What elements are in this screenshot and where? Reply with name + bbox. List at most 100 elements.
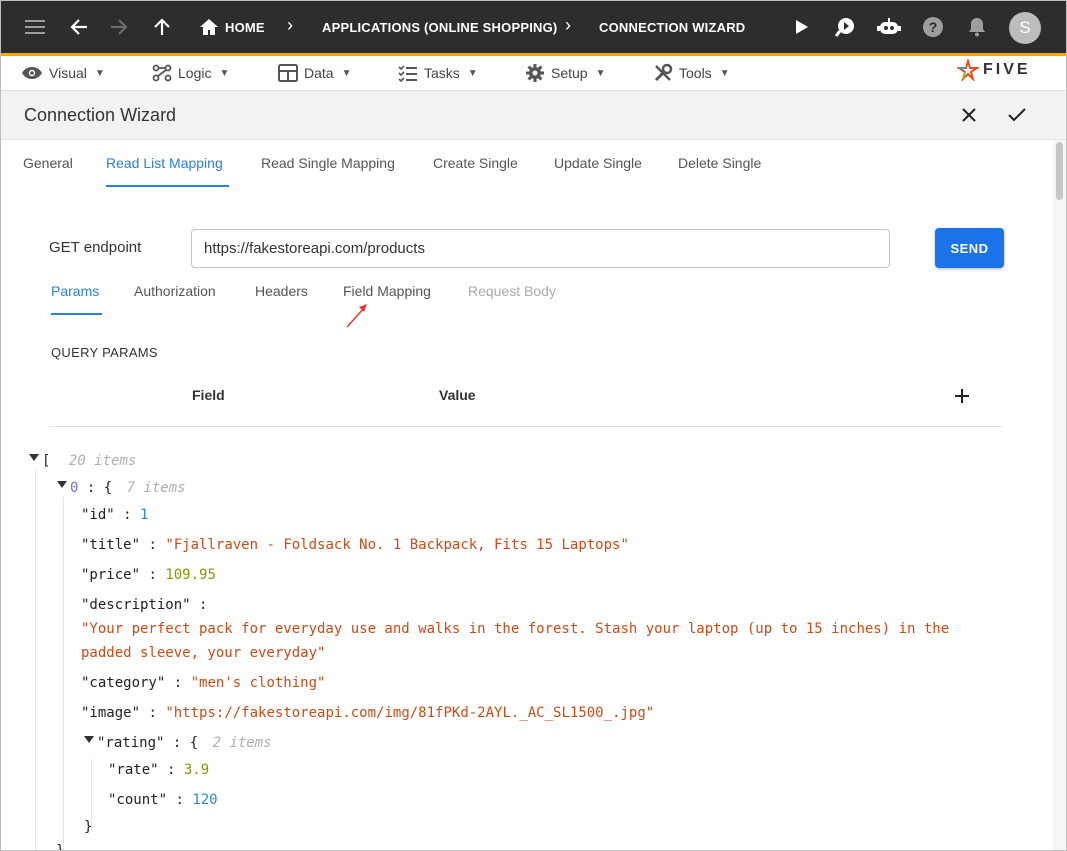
hamburger-menu-icon[interactable] — [23, 15, 47, 39]
menu-data-label: Data — [304, 65, 334, 81]
menu-bar: Visual ▼ Logic ▼ Data ▼ Tasks ▼ Setup ▼ Tools… — [1, 56, 1066, 91]
back-arrow-icon[interactable] — [67, 15, 91, 39]
up-arrow-icon[interactable] — [150, 15, 174, 39]
tab-update-single[interactable]: Update Single — [554, 155, 642, 171]
json-rating-count: 2 items — [212, 735, 272, 751]
menu-visual-label: Visual — [49, 65, 87, 81]
tab-delete-single[interactable]: Delete Single — [678, 155, 761, 171]
json-close-brace: } — [84, 819, 93, 835]
send-button[interactable]: SEND — [935, 228, 1004, 268]
column-header-value: Value — [439, 387, 476, 403]
subtab-headers[interactable]: Headers — [255, 283, 308, 299]
tab-read-list-mapping[interactable]: Read List Mapping — [106, 155, 223, 171]
tools-icon — [654, 63, 673, 82]
json-description-value-line: "Your perfect pack for everyday use and … — [81, 621, 949, 637]
menu-logic-label: Logic — [178, 65, 212, 81]
add-param-icon[interactable] — [951, 385, 973, 412]
json-value: "men's clothing" — [190, 675, 326, 691]
json-key: "category" — [81, 675, 166, 691]
breadcrumb-chevron-icon: › — [565, 15, 571, 35]
top-bar: HOME › APPLICATIONS (ONLINE SHOPPING) › … — [1, 1, 1066, 56]
user-avatar[interactable]: S — [1009, 12, 1041, 44]
tab-general[interactable]: General — [23, 155, 73, 171]
close-icon[interactable] — [957, 103, 981, 127]
subtab-params[interactable]: Params — [51, 283, 99, 299]
endpoint-url-input[interactable] — [191, 229, 890, 268]
search-chat-icon[interactable] — [833, 15, 857, 39]
json-value: "Fjallraven - Foldsack No. 1 Backpack, F… — [165, 537, 629, 553]
gear-icon — [526, 64, 544, 82]
app-window: HOME › APPLICATIONS (ONLINE SHOPPING) › … — [0, 0, 1067, 851]
json-row-image: "image" : "https://fakestoreapi.com/img/… — [81, 705, 655, 721]
breadcrumb-home[interactable]: HOME — [225, 20, 265, 35]
json-value: padded sleeve, your everyday" — [81, 645, 326, 661]
endpoint-label: GET endpoint — [49, 239, 142, 256]
forward-arrow-icon[interactable] — [107, 15, 131, 39]
scrollbar-track[interactable] — [1053, 140, 1066, 850]
active-subtab-indicator — [51, 313, 102, 315]
svg-text:?: ? — [929, 19, 938, 35]
subtab-authorization[interactable]: Authorization — [134, 283, 216, 299]
json-row-price: "price" : 109.95 — [81, 567, 216, 583]
help-icon[interactable]: ? — [921, 15, 945, 39]
menu-data[interactable]: Data ▼ — [278, 56, 351, 90]
menu-tasks[interactable]: Tasks ▼ — [398, 56, 478, 90]
menu-tools[interactable]: Tools ▼ — [653, 56, 730, 90]
json-row-rate: "rate" : 3.9 — [108, 762, 210, 778]
five-logo-text: FIVE — [983, 61, 1031, 78]
json-key: "count" — [108, 792, 168, 808]
caret-down-icon: ▼ — [595, 67, 606, 79]
caret-down-icon: ▼ — [94, 67, 105, 79]
page-title: Connection Wizard — [24, 105, 177, 125]
tab-read-single-mapping[interactable]: Read Single Mapping — [261, 155, 395, 171]
json-row-description: "description" : — [81, 597, 208, 613]
breadcrumb-current: CONNECTION WIZARD — [599, 20, 746, 35]
query-params-heading: QUERY PARAMS — [51, 345, 158, 360]
breadcrumb-applications[interactable]: APPLICATIONS (ONLINE SHOPPING) — [322, 20, 557, 35]
eye-icon — [22, 67, 42, 79]
divider — [49, 426, 1002, 427]
json-key: "rate" — [108, 762, 159, 778]
table-icon — [278, 64, 298, 82]
json-key: "rating" — [97, 735, 165, 751]
chatbot-icon[interactable] — [877, 15, 901, 39]
json-row-count: "count" : 120 — [108, 792, 218, 808]
home-icon[interactable] — [197, 15, 221, 39]
collapse-triangle-icon[interactable] — [84, 736, 94, 743]
json-value: 3.9 — [183, 762, 210, 778]
caret-down-icon: ▼ — [341, 67, 352, 79]
json-key: "id" — [81, 507, 115, 523]
form-title-bar: Connection Wizard — [1, 91, 1066, 140]
json-row-rating[interactable]: "rating" : { 2 items — [84, 735, 272, 751]
json-root-node[interactable]: [ 20 items — [29, 453, 136, 469]
logic-icon — [152, 64, 172, 82]
menu-visual[interactable]: Visual ▼ — [21, 56, 105, 90]
menu-tools-label: Tools — [679, 65, 712, 81]
json-key: "description" — [81, 597, 191, 613]
indent-guide — [63, 497, 64, 850]
caret-down-icon: ▼ — [219, 67, 230, 79]
menu-setup[interactable]: Setup ▼ — [525, 56, 606, 90]
json-row-id: "id" : 1 — [81, 507, 149, 523]
json-value: "Your perfect pack for everyday use and … — [81, 621, 950, 637]
subtab-field-mapping[interactable]: Field Mapping — [343, 283, 431, 299]
json-item-node[interactable]: 0 : { 7 items — [57, 480, 186, 496]
five-logo-icon — [957, 59, 979, 81]
confirm-check-icon[interactable] — [1005, 103, 1029, 127]
run-play-icon[interactable] — [790, 15, 814, 39]
menu-logic[interactable]: Logic ▼ — [152, 56, 229, 90]
json-root-count: 20 items — [68, 453, 137, 469]
tab-create-single[interactable]: Create Single — [433, 155, 518, 171]
json-item-count: 7 items — [126, 480, 186, 496]
tasks-icon — [398, 65, 417, 82]
json-key: "price" — [81, 567, 141, 583]
json-row-category: "category" : "men's clothing" — [81, 675, 326, 691]
indent-guide — [35, 469, 36, 850]
annotation-arrow-icon — [346, 304, 367, 328]
notifications-bell-icon[interactable] — [965, 15, 989, 39]
menu-tasks-label: Tasks — [424, 65, 460, 81]
scrollbar-thumb[interactable] — [1056, 142, 1063, 200]
json-row-title: "title" : "Fjallraven - Foldsack No. 1 B… — [81, 537, 629, 553]
collapse-triangle-icon[interactable] — [57, 481, 67, 488]
collapse-triangle-icon[interactable] — [29, 454, 39, 461]
